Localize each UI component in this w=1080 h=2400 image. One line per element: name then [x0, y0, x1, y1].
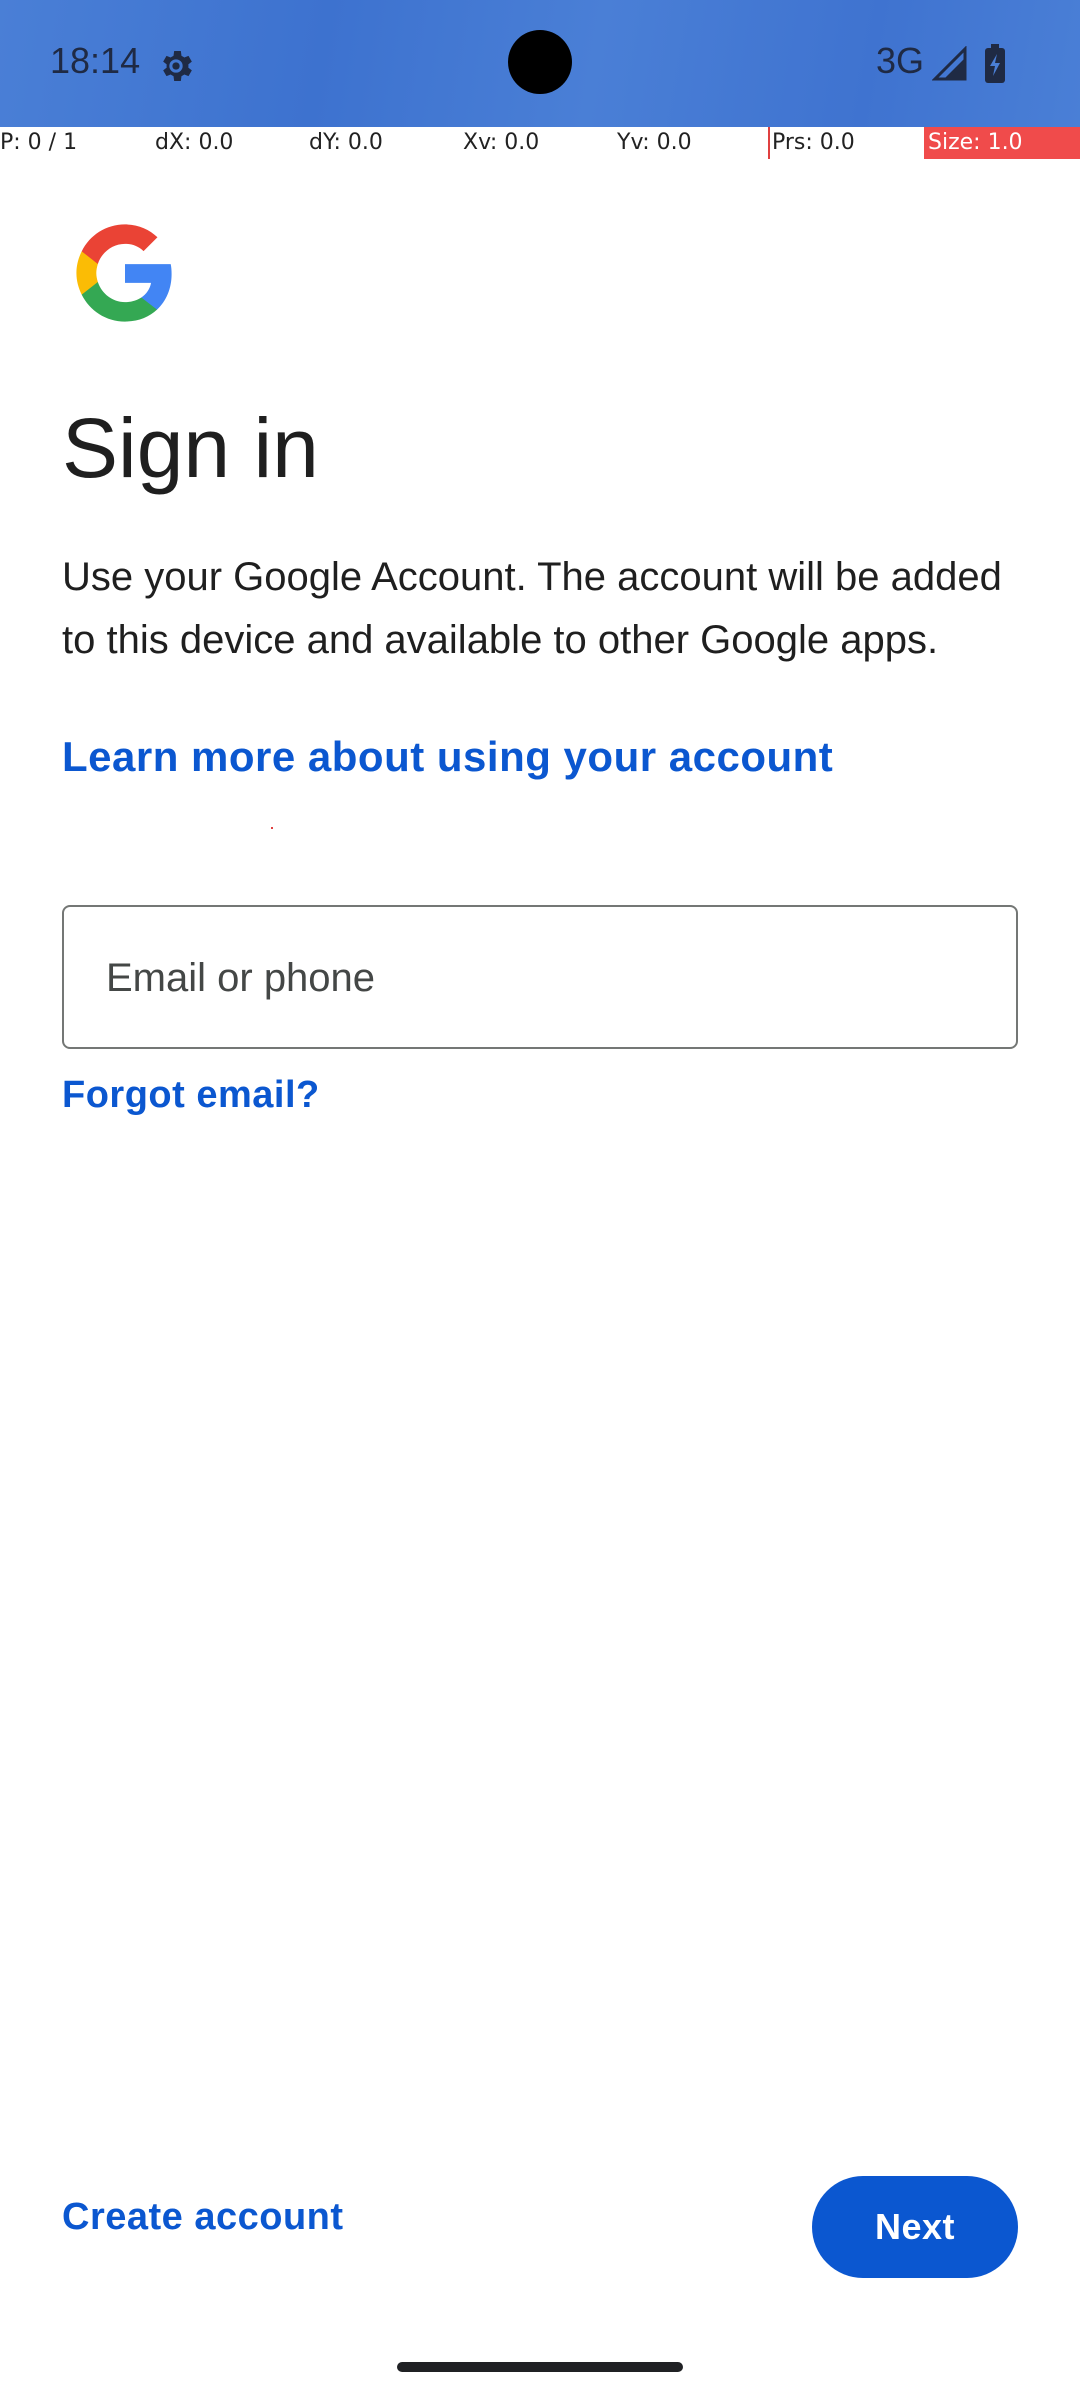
- debug-pointer: P: 0 / 1: [0, 130, 78, 155]
- status-bar: 18:14 3G: [0, 0, 1080, 127]
- signin-description: Use your Google Account. The account wil…: [62, 555, 1002, 662]
- google-g-logo: [72, 220, 178, 326]
- battery-icon: [984, 44, 1006, 84]
- create-account-button[interactable]: Create account: [62, 2196, 344, 2239]
- signin-screen: 18:14 3G P: 0 / 1 dX: 0.0 dY: 0.0 Xv: 0.…: [0, 0, 1080, 2400]
- home-indicator[interactable]: [397, 2362, 683, 2372]
- debug-dy: dY: 0.0: [309, 130, 383, 155]
- page-title: Sign in: [62, 401, 319, 495]
- debug-xv: Xv: 0.0: [463, 130, 540, 155]
- debug-size: Size: 1.0: [924, 127, 1080, 159]
- email-field[interactable]: [62, 905, 1018, 1049]
- front-camera-cutout: [508, 30, 572, 94]
- next-button[interactable]: Next: [812, 2176, 1018, 2278]
- signal-icon: [931, 45, 968, 82]
- learn-more-link[interactable]: Learn more about using your account: [62, 733, 833, 781]
- debug-dx: dX: 0.0: [155, 130, 234, 155]
- settings-gear-icon: [156, 46, 196, 86]
- touch-trace-dot: [271, 827, 273, 829]
- debug-yv: Yv: 0.0: [617, 130, 692, 155]
- network-type: 3G: [876, 40, 925, 81]
- pointer-location-overlay: P: 0 / 1 dX: 0.0 dY: 0.0 Xv: 0.0 Yv: 0.0…: [0, 127, 1080, 159]
- status-time: 18:14: [50, 40, 141, 81]
- debug-prs: Prs: 0.0: [768, 127, 855, 159]
- email-input[interactable]: [104, 907, 978, 1049]
- forgot-email-link[interactable]: Forgot email?: [62, 1074, 320, 1117]
